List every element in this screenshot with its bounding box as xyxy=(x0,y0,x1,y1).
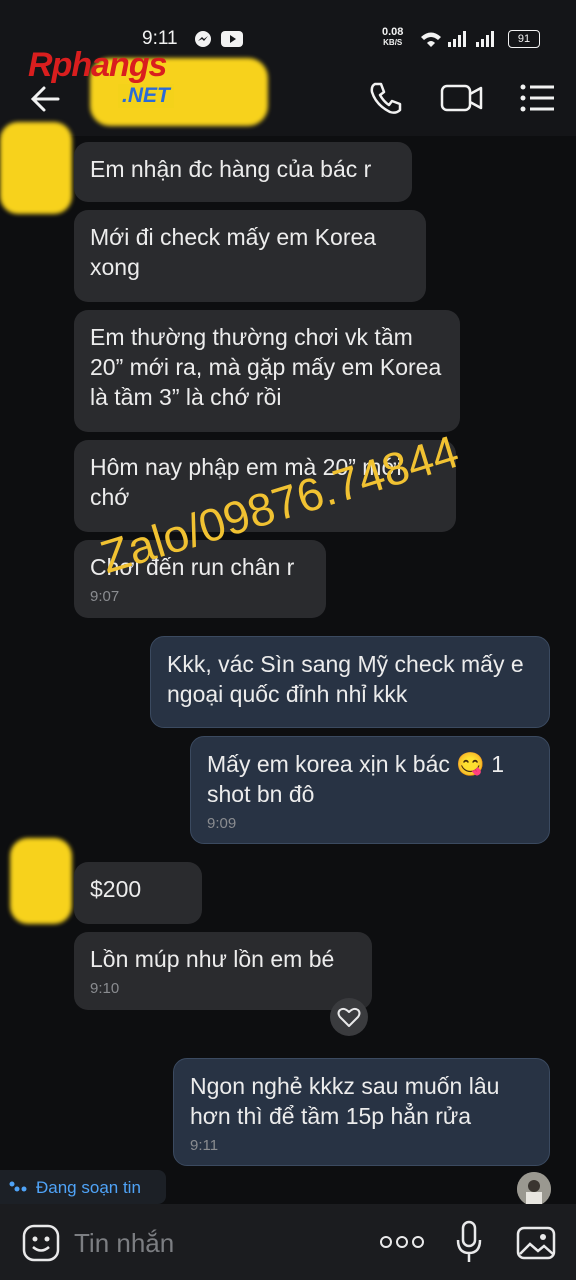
message-bubble[interactable]: Mới đi check mấy em Korea xong xyxy=(74,210,426,302)
menu-icon[interactable] xyxy=(520,84,556,112)
message-bubble[interactable]: Em thường thường chơi vk tầm 20” mới ra,… xyxy=(74,310,460,432)
message-time: 9:10 xyxy=(90,980,120,997)
net-speed: 0.08 KB/S xyxy=(382,26,404,48)
message-bubble[interactable]: Lồn múp như lồn em bé 9:10 xyxy=(74,932,372,1010)
message-time: 9:07 xyxy=(90,588,120,605)
message-input-bar: Tin nhắn xyxy=(0,1204,576,1280)
heart-icon xyxy=(337,1007,361,1027)
signal-icon-2 xyxy=(476,31,494,47)
sticker-icon[interactable] xyxy=(22,1224,60,1262)
censor-blur-avatar-1 xyxy=(0,122,72,214)
video-call-icon[interactable] xyxy=(440,82,484,114)
microphone-icon[interactable] xyxy=(456,1220,482,1264)
more-options-icon[interactable] xyxy=(380,1236,424,1248)
emoji-icon: 😋 xyxy=(456,751,485,777)
message-time: 9:09 xyxy=(207,815,237,832)
message-bubble-outgoing[interactable]: Ngon nghẻ kkkz sau muốn lâu hơn thì để t… xyxy=(173,1058,550,1166)
censor-blur-avatar-2 xyxy=(10,838,72,924)
site-logo: Rphangs .NET xyxy=(28,46,218,116)
youtube-icon xyxy=(221,31,243,47)
battery-indicator: 91 xyxy=(508,30,540,48)
signal-icon xyxy=(448,31,466,47)
message-bubble-outgoing[interactable]: Kkk, vác Sìn sang Mỹ check mấy e ngoại q… xyxy=(150,636,550,728)
wifi-icon xyxy=(421,32,441,47)
message-bubble[interactable]: $200 xyxy=(74,862,202,924)
phone-icon[interactable] xyxy=(368,80,404,116)
message-time: 9:11 xyxy=(190,1137,219,1154)
typing-indicator: Đang soạn tin xyxy=(0,1170,166,1204)
react-button[interactable] xyxy=(330,998,368,1036)
typing-dots-icon xyxy=(9,1181,27,1192)
seen-avatar xyxy=(517,1172,551,1206)
message-bubble-outgoing[interactable]: Mấy em korea xịn k bác 😋 1 shot bn đô 9:… xyxy=(190,736,550,844)
message-bubble[interactable]: Em nhận đc hàng của bác r xyxy=(74,142,412,202)
message-input[interactable]: Tin nhắn xyxy=(74,1228,174,1259)
image-gallery-icon[interactable] xyxy=(516,1224,556,1260)
